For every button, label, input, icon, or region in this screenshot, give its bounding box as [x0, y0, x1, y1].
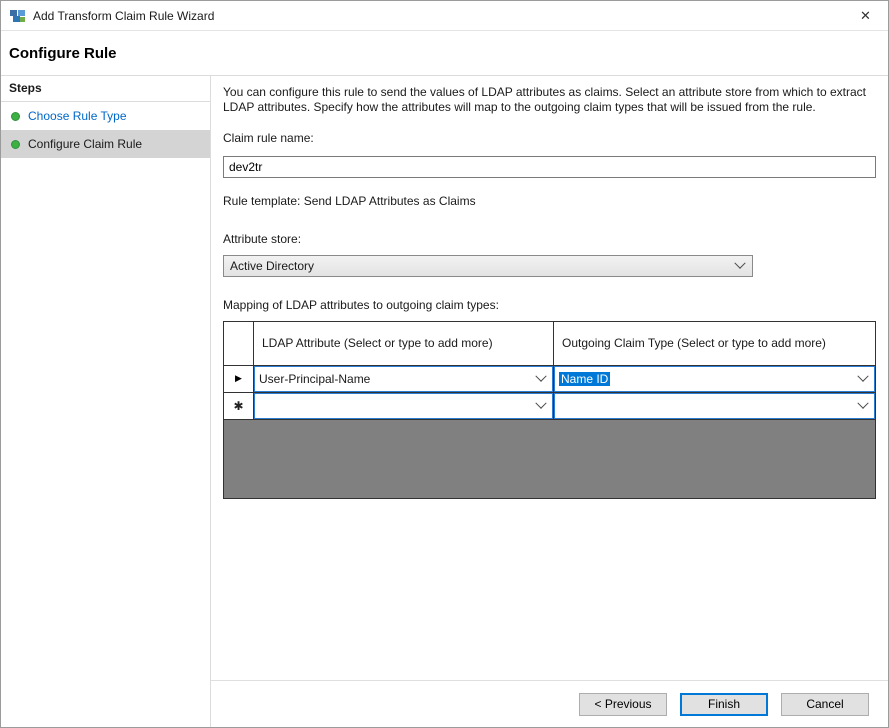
- cancel-button[interactable]: Cancel: [781, 693, 869, 716]
- titlebar: Add Transform Claim Rule Wizard ✕: [1, 1, 888, 31]
- description-text: You can configure this rule to send the …: [223, 85, 876, 116]
- content-inner: You can configure this rule to send the …: [211, 76, 888, 680]
- close-icon[interactable]: ✕: [843, 1, 888, 31]
- table-row: ▶ User-Principal-Name Name ID: [224, 366, 875, 393]
- new-row-indicator: ✱: [224, 393, 254, 420]
- steps-header: Steps: [1, 76, 210, 102]
- attribute-store-label: Attribute store:: [223, 232, 876, 246]
- outgoing-claim-cell: Name ID: [554, 366, 875, 393]
- step-complete-icon: [11, 140, 20, 149]
- mapping-label: Mapping of LDAP attributes to outgoing c…: [223, 298, 876, 312]
- attribute-store-value: Active Directory: [230, 259, 314, 273]
- rule-template-text: Rule template: Send LDAP Attributes as C…: [223, 194, 876, 208]
- current-row-indicator: ▶: [224, 366, 254, 393]
- sidebar-item-choose-rule-type[interactable]: Choose Rule Type: [1, 102, 210, 130]
- table-empty-area: [224, 420, 875, 498]
- step-label: Configure Claim Rule: [28, 137, 142, 151]
- step-label: Choose Rule Type: [28, 109, 127, 123]
- steps-sidebar: Steps Choose Rule Type Configure Claim R…: [1, 76, 211, 727]
- outgoing-claim-select[interactable]: Name ID: [554, 366, 875, 392]
- mapping-table: LDAP Attribute (Select or type to add mo…: [223, 321, 876, 499]
- ldap-attribute-cell: User-Principal-Name: [254, 366, 554, 393]
- table-row-new: ✱: [224, 393, 875, 420]
- row-selector-header: [224, 322, 254, 366]
- ldap-attribute-cell: [254, 393, 554, 420]
- attribute-store-select[interactable]: Active Directory: [223, 255, 753, 277]
- page-title: Configure Rule: [1, 31, 888, 75]
- outgoing-claim-value: Name ID: [559, 372, 610, 386]
- wizard-body: Steps Choose Rule Type Configure Claim R…: [1, 75, 888, 727]
- new-row-icon: ✱: [233, 399, 243, 413]
- outgoing-claim-column-header: Outgoing Claim Type (Select or type to a…: [554, 322, 875, 366]
- ldap-attribute-select[interactable]: User-Principal-Name: [254, 366, 553, 392]
- ldap-attribute-select-new[interactable]: [254, 393, 553, 419]
- row-arrow-icon: ▶: [235, 373, 242, 384]
- window-title: Add Transform Claim Rule Wizard: [33, 9, 214, 23]
- finish-button[interactable]: Finish: [680, 693, 768, 716]
- wizard-window: Add Transform Claim Rule Wizard ✕ Config…: [0, 0, 889, 728]
- outgoing-claim-cell: [554, 393, 875, 420]
- claim-rule-name-input[interactable]: [223, 156, 876, 178]
- chevron-down-icon: [734, 257, 745, 268]
- outgoing-claim-select-new[interactable]: [554, 393, 875, 419]
- chevron-down-icon: [857, 397, 868, 408]
- previous-button[interactable]: < Previous: [579, 693, 667, 716]
- step-complete-icon: [11, 112, 20, 121]
- claim-rule-name-label: Claim rule name:: [223, 131, 876, 145]
- chevron-down-icon: [857, 370, 868, 381]
- sidebar-item-configure-claim-rule[interactable]: Configure Claim Rule: [1, 130, 210, 158]
- chevron-down-icon: [535, 370, 546, 381]
- footer: < Previous Finish Cancel: [211, 680, 888, 727]
- ldap-attribute-column-header: LDAP Attribute (Select or type to add mo…: [254, 322, 554, 366]
- ldap-attribute-value: User-Principal-Name: [259, 372, 370, 386]
- wizard-icon: [9, 8, 27, 24]
- content-pane: You can configure this rule to send the …: [211, 76, 888, 727]
- chevron-down-icon: [535, 397, 546, 408]
- table-header-row: LDAP Attribute (Select or type to add mo…: [224, 322, 875, 366]
